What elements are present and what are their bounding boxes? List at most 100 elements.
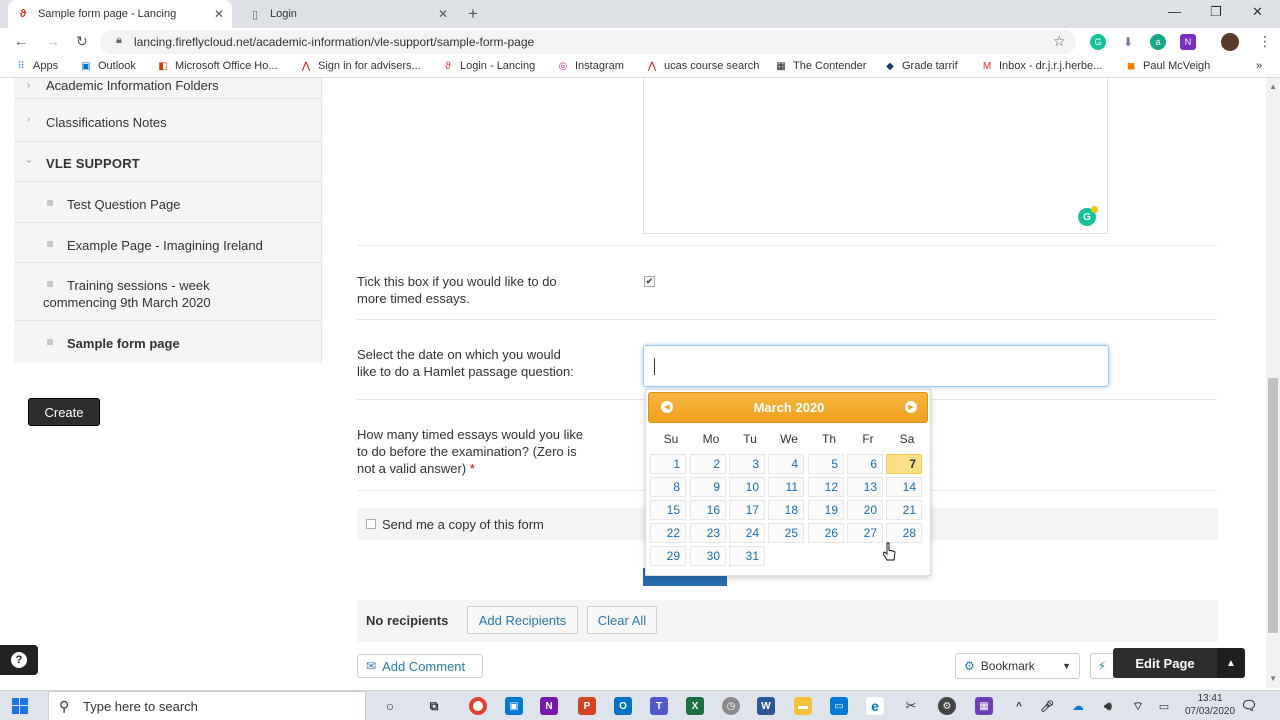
edge-icon[interactable]: e xyxy=(866,697,884,715)
lightning-icon[interactable]: ⚡ xyxy=(1090,653,1114,679)
grammarly-extension-icon[interactable]: G xyxy=(1090,34,1106,50)
bookmark-apps[interactable]: ⠿ Apps xyxy=(15,60,58,72)
bookmarks-overflow-icon[interactable]: » xyxy=(1256,60,1262,72)
app-icon[interactable]: ▭ xyxy=(830,697,848,715)
scroll-up-icon[interactable]: ▲ xyxy=(1269,82,1277,91)
calendar-day[interactable]: 7 xyxy=(886,454,922,474)
sidebar-item-classifications-notes[interactable]: › Classifications Notes xyxy=(14,99,322,142)
snip-icon[interactable]: ✂ xyxy=(902,697,920,715)
calendar-day[interactable]: 22 xyxy=(650,523,686,543)
next-month-icon[interactable]: ▶ xyxy=(905,401,917,413)
calendar-day[interactable]: 30 xyxy=(690,546,726,566)
outlook-icon[interactable]: O xyxy=(614,697,632,715)
calendar-day[interactable]: 1 xyxy=(650,454,686,474)
hamlet-date-input[interactable] xyxy=(643,345,1109,387)
menu-kebab-icon[interactable]: ⋮ xyxy=(1258,33,1272,50)
close-tab-icon[interactable]: ✕ xyxy=(438,7,448,21)
bookmark-contender[interactable]: ▦ The Contender xyxy=(775,60,866,72)
keyboard-icon[interactable]: ▭ xyxy=(1155,697,1173,715)
sidebar-item-test-question-page[interactable]: Test Question Page xyxy=(14,182,322,223)
calendar-day[interactable]: 29 xyxy=(650,546,686,566)
calendar-day[interactable]: 21 xyxy=(886,500,922,520)
clock-app-icon[interactable]: ◷ xyxy=(722,697,740,715)
minimize-icon[interactable]: — xyxy=(1168,4,1181,19)
help-button[interactable]: ? xyxy=(0,645,38,675)
add-comment-button[interactable]: ✉ Add Comment xyxy=(357,654,483,678)
edit-page-dropdown-icon[interactable]: ▲ xyxy=(1217,648,1245,678)
calendar-day[interactable]: 2 xyxy=(690,454,726,474)
powerpoint-icon[interactable]: P xyxy=(578,697,596,715)
tab-login[interactable]: ▯ Login ✕ xyxy=(240,0,456,28)
calendar-day[interactable]: 25 xyxy=(768,523,804,543)
volume-icon[interactable]: 🔊︎ xyxy=(1099,697,1117,715)
add-recipients-button[interactable]: Add Recipients xyxy=(467,606,578,634)
excel-icon[interactable]: X xyxy=(686,697,704,715)
onenote-extension-icon[interactable]: N xyxy=(1180,34,1196,50)
calendar-day[interactable]: 10 xyxy=(729,477,765,497)
a-extension-icon[interactable]: a xyxy=(1150,34,1166,50)
back-icon[interactable]: ← xyxy=(14,33,28,49)
edit-page-button[interactable]: Edit Page xyxy=(1113,648,1217,678)
close-tab-icon[interactable]: ✕ xyxy=(214,7,224,21)
tab-sample-form-page[interactable]: ϑ Sample form page - Lancing ✕ xyxy=(8,0,232,28)
create-button[interactable]: Create xyxy=(28,398,100,426)
calendar-day[interactable]: 19 xyxy=(808,500,844,520)
calendar-day[interactable]: 16 xyxy=(690,500,726,520)
page-scrollbar[interactable]: ▲ ▼ xyxy=(1266,78,1280,688)
microphone-icon[interactable]: 🎤︎ xyxy=(1038,697,1056,715)
star-icon[interactable]: ☆ xyxy=(1053,33,1066,50)
calendar-day[interactable]: 26 xyxy=(808,523,844,543)
calendar-day[interactable]: 11 xyxy=(768,477,804,497)
wifi-icon[interactable]: ⌔ xyxy=(1129,697,1147,715)
send-copy-checkbox[interactable] xyxy=(366,519,376,529)
new-tab-icon[interactable]: + xyxy=(468,4,478,24)
calendar-day[interactable]: 31 xyxy=(729,546,765,566)
bookmark-instagram[interactable]: ◎ Instagram xyxy=(557,60,624,72)
bookmark-login-lancing[interactable]: ϑ Login - Lancing xyxy=(442,60,535,72)
bookmark-ucas[interactable]: ⋀ ucas course search xyxy=(646,60,760,72)
store-icon[interactable]: ▣ xyxy=(505,697,523,715)
calendar-day[interactable]: 28 xyxy=(886,523,922,543)
onedrive-icon[interactable]: ☁ xyxy=(1069,697,1087,715)
tray-chevron-icon[interactable]: ^ xyxy=(1010,697,1028,715)
onenote-icon[interactable]: N xyxy=(540,697,558,715)
calendar-day[interactable]: 12 xyxy=(808,477,844,497)
calendar-day[interactable]: 13 xyxy=(847,477,883,497)
calendar-day[interactable]: 4 xyxy=(768,454,804,474)
calendar-day[interactable]: 18 xyxy=(768,500,804,520)
scroll-down-icon[interactable]: ▼ xyxy=(1269,674,1277,683)
sidebar-item-sample-form-page[interactable]: Sample form page xyxy=(14,321,322,363)
reload-icon[interactable]: ↻ xyxy=(76,33,88,50)
bookmark-inbox[interactable]: M Inbox - dr.j.r.j.herbe... xyxy=(981,60,1103,72)
scrollbar-thumb[interactable] xyxy=(1268,378,1278,633)
sidebar-item-example-page[interactable]: Example Page - Imagining Ireland xyxy=(14,223,322,263)
lock-icon[interactable]: 🔒︎ xyxy=(116,34,122,47)
timed-essays-checkbox[interactable]: ✔ xyxy=(644,276,655,287)
calendar-day[interactable]: 24 xyxy=(729,523,765,543)
close-window-icon[interactable]: ✕ xyxy=(1252,4,1263,20)
forward-icon[interactable]: → xyxy=(46,33,60,49)
restore-icon[interactable]: ❐ xyxy=(1210,4,1222,20)
calendar-day[interactable]: 3 xyxy=(729,454,765,474)
calendar-day[interactable]: 8 xyxy=(650,477,686,497)
bookmark-grade-tarrif[interactable]: ◆ Grade tarrif xyxy=(884,60,958,72)
calendar-day[interactable]: 20 xyxy=(847,500,883,520)
calendar-day[interactable]: 23 xyxy=(690,523,726,543)
sidebar-item-training-sessions[interactable]: Training sessions - week commencing 9th … xyxy=(14,263,322,321)
sidebar-item-academic-information-folders[interactable]: › Academic Information Folders xyxy=(14,78,322,99)
calendar-day[interactable]: 14 xyxy=(886,477,922,497)
windows-start-icon[interactable] xyxy=(12,698,28,714)
taskbar-clock[interactable]: 13:41 07/03/2020 xyxy=(1180,692,1240,718)
app-purple-icon[interactable]: ▦ xyxy=(975,697,993,715)
teams-icon[interactable]: T xyxy=(650,697,668,715)
word-icon[interactable]: W xyxy=(757,697,775,715)
calendar-day[interactable]: 17 xyxy=(729,500,765,520)
sidebar-item-vle-support[interactable]: › VLE SUPPORT xyxy=(14,142,322,182)
calendar-day[interactable]: 15 xyxy=(650,500,686,520)
url-text[interactable]: lancing.fireflycloud.net/academic-inform… xyxy=(134,35,534,49)
comments-textarea[interactable] xyxy=(643,78,1108,234)
bookmark-advisers[interactable]: ⋀ Sign in for advisers... xyxy=(300,60,421,72)
bookmark-office[interactable]: ◧ Microsoft Office Ho... xyxy=(157,60,277,72)
extension-icon[interactable]: ⬇ xyxy=(1120,34,1136,50)
notifications-icon[interactable]: 🗨︎ xyxy=(1240,697,1258,715)
